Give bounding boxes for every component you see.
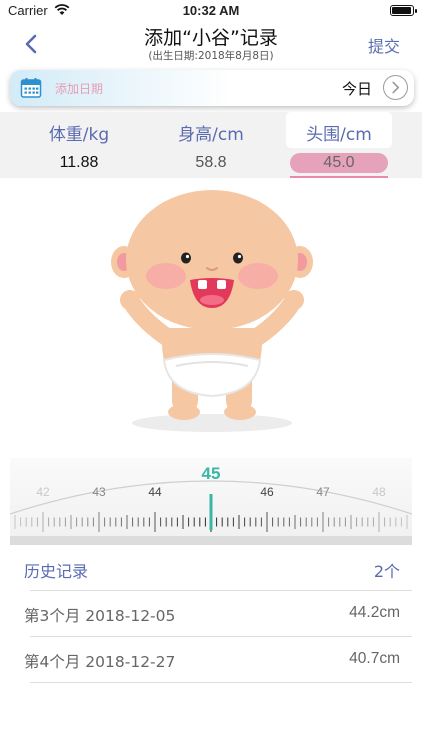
history-row-value: 40.7cm — [349, 650, 400, 667]
page-title: 添加“小谷”记录 — [144, 27, 278, 49]
measurement-tabs: 体重/kg 11.88 身高/cm 58.8 头围/cm 45.0 — [0, 112, 422, 178]
active-tab-underline — [290, 176, 388, 178]
status-time: 10:32 AM — [182, 3, 240, 18]
tab-height-value: 58.8 — [195, 154, 227, 171]
ruler-tick-label: 42 — [36, 485, 50, 499]
history-row-label: 第4个月 2018-12-27 — [24, 653, 176, 671]
baby-illustration — [111, 190, 313, 432]
tab-head-label: 头围/cm — [306, 125, 372, 145]
divider — [30, 682, 412, 683]
ruler-tick-label: 48 — [372, 485, 386, 499]
history-title: 历史记录 — [24, 562, 89, 581]
tab-head-circumference[interactable]: 头围/cm 45.0 — [284, 112, 422, 178]
submit-button[interactable]: 提交 — [368, 33, 400, 57]
navigation-bar: 添加“小谷”记录 (出生日期:2018年8月8日) 提交 — [0, 22, 422, 66]
selected-date: 今日 — [341, 80, 372, 98]
ruler-tick-label: 46 — [260, 485, 274, 499]
history-count: 2个 — [373, 562, 400, 581]
history-row[interactable]: 第4个月 2018-12-27 40.7cm — [0, 637, 422, 682]
date-selector[interactable]: 添加日期 今日 — [10, 70, 414, 106]
calendar-icon — [20, 78, 42, 98]
battery-icon — [390, 5, 417, 16]
status-bar: Carrier 10:32 AM — [0, 0, 422, 22]
history-row-value: 44.2cm — [349, 604, 400, 621]
chevron-right-icon[interactable] — [383, 75, 408, 100]
ruler-tick-label: 43 — [92, 485, 106, 499]
add-date-placeholder: 添加日期 — [55, 82, 104, 96]
tab-weight-value: 11.88 — [59, 154, 99, 171]
birth-date-subtitle: (出生日期:2018年8月8日) — [148, 50, 274, 62]
ruler-tick-label: 47 — [316, 485, 330, 499]
history-row-label: 第3个月 2018-12-05 — [24, 607, 176, 625]
current-value: 45 — [201, 464, 221, 483]
value-ruler[interactable]: 42 43 44 46 47 48 45 — [10, 458, 412, 546]
tab-height[interactable]: 身高/cm 58.8 — [142, 112, 280, 178]
ruler-tick-label: 44 — [148, 485, 162, 499]
tab-head-value: 45.0 — [323, 154, 355, 171]
tab-weight-label: 体重/kg — [48, 125, 110, 145]
tab-height-label: 身高/cm — [178, 125, 244, 145]
history-header[interactable]: 历史记录 2个 — [0, 546, 422, 590]
tab-weight[interactable]: 体重/kg 11.88 — [10, 112, 148, 178]
history-row[interactable]: 第3个月 2018-12-05 44.2cm — [0, 591, 422, 636]
ruler-indicator — [209, 494, 213, 530]
history-section: 历史记录 2个 第3个月 2018-12-05 44.2cm 第4个月 2018… — [0, 546, 422, 683]
